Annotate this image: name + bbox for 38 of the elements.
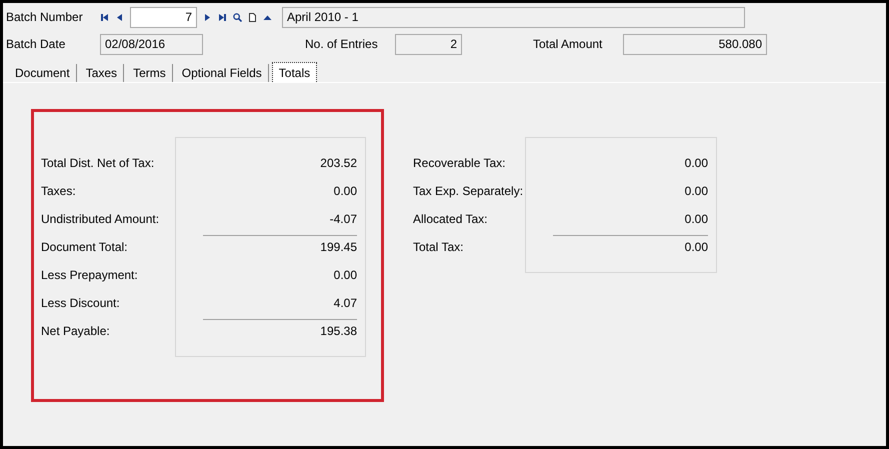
total-value: 203.52 [320,156,357,170]
total-value: 0.00 [684,212,708,226]
total-value: 4.07 [334,296,357,310]
previous-icon[interactable] [115,12,124,22]
total-label: Total Dist. Net of Tax: [41,156,154,170]
next-icon[interactable] [203,12,212,22]
total-amount-field[interactable]: 580.080 [623,34,767,54]
total-label: Allocated Tax: [413,212,488,226]
total-label: Net Payable: [41,324,110,338]
total-label: Taxes: [41,184,76,198]
field-label: No. of Entries [305,37,379,51]
total-label: Recoverable Tax: [413,156,506,170]
total-value: 0.00 [684,184,708,198]
field-label: Total Amount [533,37,604,51]
total-value: 0.00 [684,240,708,254]
total-value: 195.38 [320,324,357,338]
first-icon[interactable] [100,12,109,22]
total-label: Tax Exp. Separately: [413,184,524,198]
search-icon[interactable] [233,12,242,22]
total-label: Less Prepayment: [41,268,138,282]
batch-date-field[interactable]: 02/08/2016 [100,34,203,54]
batch-number-field[interactable]: 7 [130,6,197,28]
field-label: Batch Date [6,37,66,51]
total-value: -4.07 [330,212,357,226]
total-value: 0.00 [684,156,708,170]
last-icon[interactable] [218,12,227,22]
total-value: 0.00 [334,184,357,198]
total-label: Document Total: [41,240,128,254]
batch-description-field[interactable]: April 2010 - 1 [282,6,745,28]
total-label: Less Discount: [41,296,120,310]
total-label: Total Tax: [413,240,464,254]
total-value: 0.00 [334,268,357,282]
total-value: 199.45 [320,240,357,254]
document-icon[interactable] [248,12,257,22]
field-label: Batch Number [6,10,84,24]
tab[interactable]: Totals [272,62,318,82]
entries-field[interactable]: 2 [395,34,462,54]
total-label: Undistributed Amount: [41,212,160,226]
